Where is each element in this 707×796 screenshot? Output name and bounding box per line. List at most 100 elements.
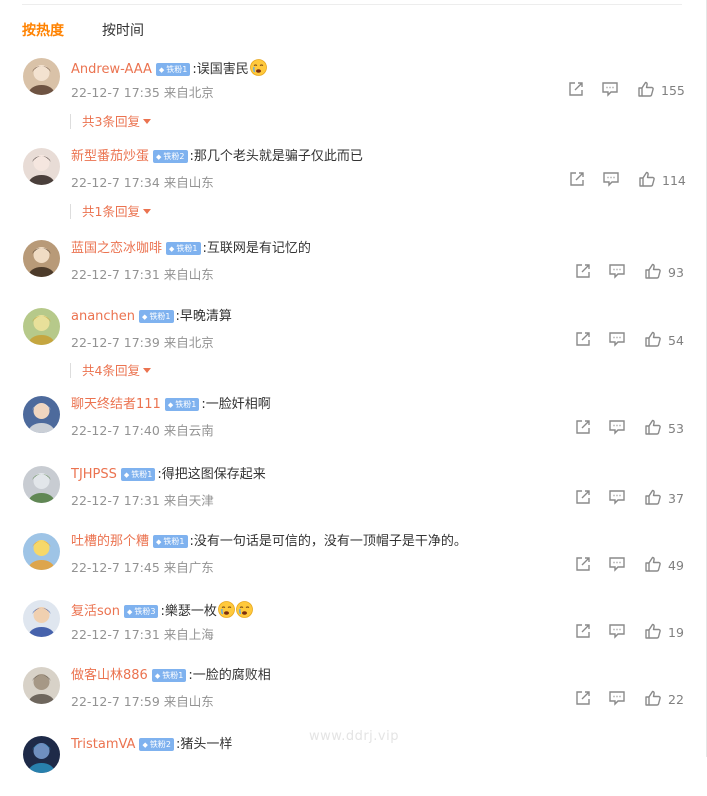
share-icon[interactable] [567,80,585,102]
replies-count-label: 共3条回复 [82,114,140,129]
comment-item: 吐槽的那个糟 ◆ 铁粉1:没有一句话是可信的，没有一顶帽子是干净的。 22-12-7 … [0,533,707,593]
share-icon[interactable] [574,418,592,440]
fan-badge-label: 铁粉2 [149,740,171,749]
username-link[interactable]: 复活son [71,604,120,619]
diamond-icon: ◆ [126,608,133,616]
comment-text: :互联网是有记忆的 [202,241,311,256]
caret-down-icon [142,368,151,373]
diamond-icon: ◆ [169,245,175,253]
comment-icon[interactable] [608,262,626,284]
user-avatar[interactable] [23,736,60,773]
comment-timestamp: 22-12-7 17:39 来自北京 [71,335,214,350]
like-count: 49 [668,558,684,573]
username-link[interactable]: 吐槽的那个糟 [71,534,149,549]
like-count: 54 [668,333,684,348]
comment-actions: 114 [568,170,688,190]
share-icon[interactable] [574,622,592,644]
comment-actions: 49 [574,555,694,575]
like-icon[interactable] [644,488,662,510]
like-icon[interactable] [644,330,662,352]
comment-icon[interactable] [602,170,620,192]
username-link[interactable]: ananchen [71,309,135,324]
comment-icon[interactable] [608,555,626,577]
share-icon[interactable] [574,488,592,510]
caret-down-icon [142,119,151,124]
share-icon[interactable] [574,330,592,352]
username-link[interactable]: 聊天终结者111 [71,397,161,412]
like-icon[interactable] [637,80,655,102]
comment-content: 做客山林886 ◆ 铁粉1:一脸的腐败相 [71,668,271,684]
comment-icon[interactable] [608,689,626,711]
username-link[interactable]: TristamVA [71,737,135,752]
like-count: 22 [668,692,684,707]
comment-actions: 22 [574,689,694,709]
like-count: 155 [661,83,685,98]
fan-badge-label: 铁粉1 [149,312,171,321]
username-link[interactable]: Andrew-AAA [71,62,152,77]
like-count: 53 [668,421,684,436]
comment-item: 聊天终结者111 ◆ 铁粉1:一脸奸相啊 22-12-7 17:40 来自云南 53 [0,396,707,456]
like-icon[interactable] [644,262,662,284]
comment-actions: 19 [574,622,694,642]
user-avatar[interactable] [23,396,60,433]
fan-badge: ◆ 铁粉3 [123,605,159,618]
diamond-icon: ◆ [156,153,162,161]
fan-badge: ◆ 铁粉1 [151,669,187,682]
user-avatar[interactable] [23,308,60,345]
comment-icon[interactable] [608,488,626,510]
comment-text: :那几个老头就是骗子仅此而已 [189,149,363,164]
user-avatar[interactable] [23,58,60,95]
diamond-icon: ◆ [167,401,174,409]
view-replies-link[interactable]: 共3条回复 [70,114,151,129]
user-avatar[interactable] [23,600,60,637]
comment-text: :樂瑟一枚 [160,604,217,619]
comment-content: Andrew-AAA ◆ 铁粉1:误国害民 [71,59,267,78]
fan-badge-label: 铁粉1 [166,65,188,74]
comment-icon[interactable] [608,418,626,440]
username-link[interactable]: TJHPSS [71,467,117,482]
user-avatar[interactable] [23,240,60,277]
view-replies-link[interactable]: 共1条回复 [70,204,151,219]
comment-timestamp: 22-12-7 17:31 来自上海 [71,627,214,642]
fan-badge: ◆ 铁粉1 [153,535,188,548]
user-avatar[interactable] [23,533,60,570]
comment-text: :猪头一样 [175,737,233,752]
username-link[interactable]: 做客山林886 [71,668,148,683]
crying-emoji-icon [235,601,253,618]
user-avatar[interactable] [23,667,60,704]
comment-icon[interactable] [608,330,626,352]
comment-content: TristamVA ◆ 铁粉2:猪头一样 [71,737,232,753]
share-icon[interactable] [574,689,592,711]
share-icon[interactable] [574,262,592,284]
like-icon[interactable] [644,689,662,711]
user-avatar[interactable] [23,148,60,185]
replies-count-label: 共1条回复 [82,204,140,219]
like-icon[interactable] [644,555,662,577]
like-icon[interactable] [638,170,656,192]
username-link[interactable]: 新型番茄炒蛋 [71,149,149,164]
share-icon[interactable] [574,555,592,577]
like-icon[interactable] [644,418,662,440]
comment-text: :得把这图保存起来 [157,467,266,482]
comment-item: TristamVA ◆ 铁粉2:猪头一样 [0,736,707,796]
comment-content: ananchen ◆ 铁粉1:早晚清算 [71,309,232,325]
watermark: www.ddrj.vip [309,729,399,744]
comment-timestamp: 22-12-7 17:40 来自云南 [71,423,214,438]
comment-text: :一脸的腐败相 [188,668,271,683]
view-replies-link[interactable]: 共4条回复 [70,363,151,378]
like-icon[interactable] [644,622,662,644]
fan-badge-label: 铁粉1 [176,244,198,253]
fan-badge-label: 铁粉1 [162,671,184,680]
share-icon[interactable] [568,170,586,192]
fan-badge-label: 铁粉1 [175,400,197,409]
fan-badge: ◆ 铁粉2 [139,738,174,751]
user-avatar[interactable] [23,466,60,503]
username-link[interactable]: 蓝国之恋冰咖啡 [71,241,162,256]
comment-timestamp: 22-12-7 17:34 来自山东 [71,175,214,190]
comment-icon[interactable] [601,80,619,102]
comment-content: TJHPSS ◆ 铁粉1:得把这图保存起来 [71,467,266,483]
fan-badge: ◆ 铁粉1 [166,242,201,255]
comment-icon[interactable] [608,622,626,644]
diamond-icon: ◆ [156,538,162,546]
comment-content: 聊天终结者111 ◆ 铁粉1:一脸奸相啊 [71,397,271,413]
